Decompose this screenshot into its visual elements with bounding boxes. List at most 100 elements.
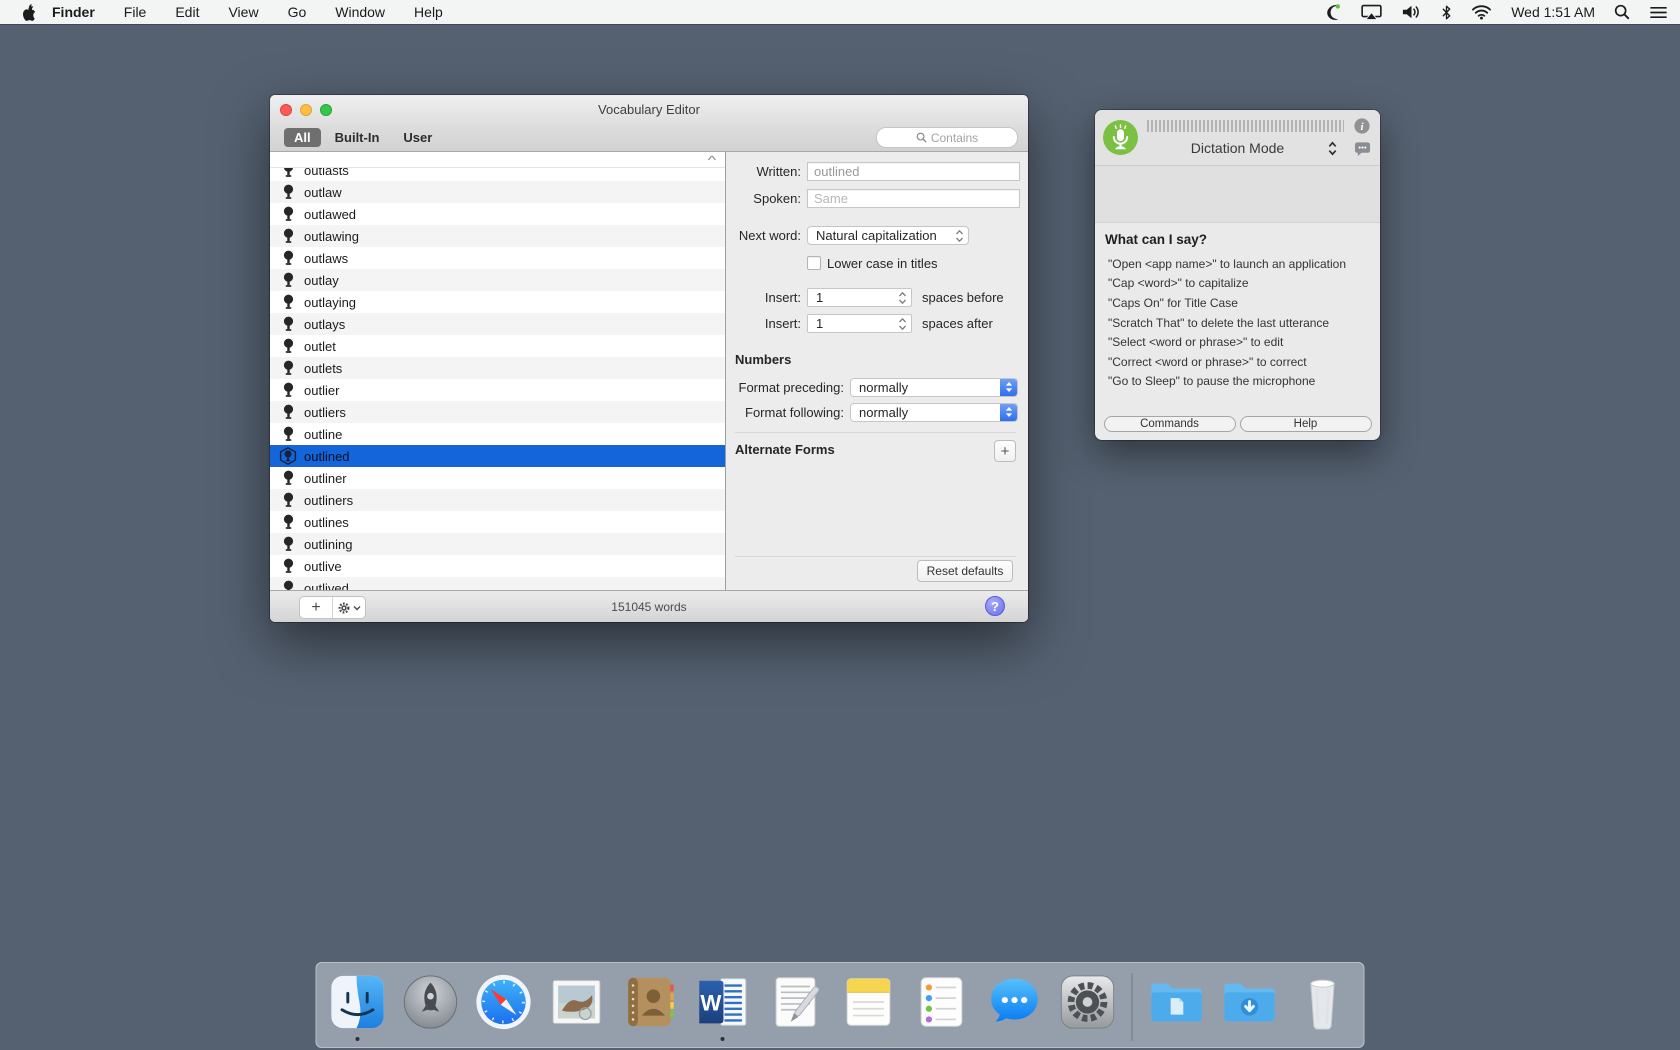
dictation-help-button[interactable]: Help <box>1240 416 1372 432</box>
menu-edit[interactable]: Edit <box>175 4 199 20</box>
word-icon <box>279 228 297 245</box>
list-item[interactable]: outliers <box>270 401 725 423</box>
list-item[interactable]: outlets <box>270 357 725 379</box>
spoken-label: Spoken: <box>731 191 801 206</box>
notification-center-icon[interactable] <box>1649 5 1668 20</box>
actions-menu-button[interactable] <box>332 597 365 618</box>
dock-notes[interactable] <box>838 971 900 1043</box>
svg-text:W: W <box>700 991 721 1016</box>
next-word-popup[interactable]: Natural capitalization <box>807 226 969 245</box>
word-icon <box>279 580 297 591</box>
dock-textedit[interactable] <box>765 971 827 1043</box>
reset-defaults-button[interactable]: Reset defaults <box>917 560 1013 582</box>
word-label: outliners <box>304 493 353 508</box>
minimize-button[interactable] <box>300 104 312 116</box>
search-field[interactable]: Contains <box>876 127 1018 148</box>
tab-user[interactable]: User <box>393 128 442 147</box>
wifi-icon[interactable] <box>1471 4 1492 20</box>
dock-mail[interactable] <box>546 971 608 1043</box>
dictation-command: "Go to Sleep" to pause the microphone <box>1108 372 1374 392</box>
contacts-icon <box>619 971 681 1043</box>
list-item[interactable]: outlived <box>270 577 725 590</box>
toolbar: AllBuilt-InUser Contains <box>270 124 1028 152</box>
apple-menu[interactable] <box>18 3 38 21</box>
menu-help[interactable]: Help <box>414 4 443 20</box>
mode-stepper-icon[interactable] <box>1327 140 1338 162</box>
list-sort-header[interactable]: ^ <box>270 152 725 168</box>
list-item[interactable]: outliners <box>270 489 725 511</box>
list-item[interactable]: outlive <box>270 555 725 577</box>
spoken-field[interactable]: Same <box>807 189 1020 208</box>
list-item[interactable]: outline <box>270 423 725 445</box>
format-preceding-popup[interactable]: normally <box>850 378 1018 397</box>
list-item[interactable]: outlines <box>270 511 725 533</box>
dock-documents-folder[interactable] <box>1146 971 1208 1043</box>
launchpad-icon <box>400 971 462 1043</box>
add-word-button[interactable]: + <box>300 597 332 618</box>
dock-finder[interactable] <box>327 971 389 1043</box>
format-following-popup[interactable]: normally <box>850 403 1018 422</box>
word-label: outliner <box>304 471 347 486</box>
dock-word[interactable]: W <box>692 971 754 1043</box>
insert-after-stepper[interactable]: 1 <box>807 314 912 333</box>
menu-window[interactable]: Window <box>335 4 385 20</box>
dock-contacts[interactable] <box>619 971 681 1043</box>
list-item[interactable]: outliner <box>270 467 725 489</box>
search-icon <box>916 132 927 143</box>
info-icon[interactable]: i <box>1354 118 1370 139</box>
notes-icon <box>838 971 900 1043</box>
lower-case-checkbox[interactable] <box>807 256 821 270</box>
close-button[interactable] <box>280 104 292 116</box>
dictation-command: "Caps On" for Title Case <box>1108 293 1374 313</box>
dock-messages[interactable] <box>984 971 1046 1043</box>
list-item[interactable]: outlays <box>270 313 725 335</box>
word-label: outlines <box>304 515 349 530</box>
insert-after-label: Insert: <box>731 316 801 331</box>
airplay-icon[interactable] <box>1361 4 1382 20</box>
dragon-icon[interactable] <box>1323 3 1342 22</box>
dock-launchpad[interactable] <box>400 971 462 1043</box>
list-item[interactable]: outlaying <box>270 291 725 313</box>
bluetooth-icon[interactable] <box>1441 4 1452 21</box>
list-item[interactable]: outlined <box>270 445 725 467</box>
list-item[interactable]: outlawing <box>270 225 725 247</box>
insert-before-stepper[interactable]: 1 <box>807 288 912 307</box>
word-label: outlawing <box>304 229 359 244</box>
tab-builtin[interactable]: Built-In <box>325 128 390 147</box>
dock-trash[interactable] <box>1292 971 1354 1043</box>
zoom-button[interactable] <box>320 104 332 116</box>
word-icon <box>279 514 297 531</box>
add-alternate-form-button[interactable]: + <box>994 440 1016 462</box>
status-bar: + 151045 words ? <box>270 590 1028 622</box>
dock-system-preferences[interactable] <box>1057 971 1119 1043</box>
tab-all[interactable]: All <box>284 128 321 147</box>
list-item[interactable]: outlaw <box>270 181 725 203</box>
menu-file[interactable]: File <box>124 4 147 20</box>
commands-button[interactable]: Commands <box>1104 416 1236 432</box>
list-item[interactable]: outlining <box>270 533 725 555</box>
list-item[interactable]: outlawed <box>270 203 725 225</box>
title-bar[interactable]: Vocabulary Editor <box>270 95 1028 124</box>
word-selected-icon <box>279 447 297 465</box>
list-item[interactable]: outlay <box>270 269 725 291</box>
volume-icon[interactable] <box>1401 4 1422 20</box>
dock-reminders[interactable] <box>911 971 973 1043</box>
menu-clock[interactable]: Wed 1:51 AM <box>1511 4 1595 20</box>
list-item[interactable]: outlet <box>270 335 725 357</box>
speech-bubble-icon[interactable] <box>1354 141 1371 162</box>
menu-view[interactable]: View <box>228 4 258 20</box>
written-label: Written: <box>731 164 801 179</box>
spotlight-icon[interactable] <box>1614 4 1630 20</box>
menu-finder[interactable]: Finder <box>52 4 95 20</box>
list-item[interactable]: outlaws <box>270 247 725 269</box>
dock-safari[interactable] <box>473 971 535 1043</box>
dock-downloads-folder[interactable] <box>1219 971 1281 1043</box>
written-field[interactable]: outlined <box>807 162 1020 181</box>
menu-go[interactable]: Go <box>288 4 307 20</box>
divider <box>735 556 1016 557</box>
help-button[interactable]: ? <box>985 596 1005 616</box>
list-item[interactable]: outlier <box>270 379 725 401</box>
reminders-icon <box>911 971 973 1043</box>
dictation-command: "Select <word or phrase>" to edit <box>1108 332 1374 352</box>
word-icon <box>279 316 297 333</box>
